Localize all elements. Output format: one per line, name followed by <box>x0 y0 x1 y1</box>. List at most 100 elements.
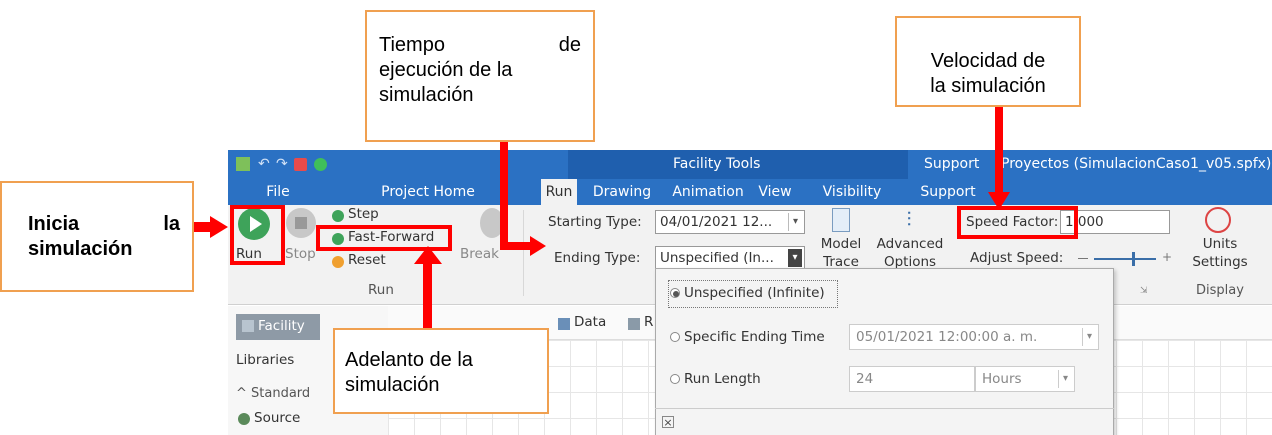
close-icon[interactable]: × <box>662 416 674 429</box>
app-icon <box>236 157 250 171</box>
arrow-inicia-head <box>210 216 228 238</box>
libraries-label: Libraries <box>236 352 295 368</box>
support-header-label: Support <box>924 156 980 172</box>
divider <box>523 210 524 296</box>
annotation-inicia-line2: simulación <box>28 238 133 260</box>
facility-tab-label: Facility <box>258 318 305 334</box>
annotation-inicia: Inicia la simulación <box>0 181 194 292</box>
facility-icon <box>242 320 254 332</box>
source-item[interactable]: Source <box>254 410 300 426</box>
annotation-velocidad-line1: Velocidad de <box>930 50 1046 72</box>
quick-run-icon[interactable] <box>314 158 327 171</box>
reset-icon[interactable] <box>332 256 344 268</box>
radio-run-length[interactable] <box>670 374 680 384</box>
tab-animation[interactable]: Animation <box>668 179 748 205</box>
ending-type-select[interactable]: Unspecified (In... ▾ <box>655 246 805 270</box>
speed-slider-track[interactable] <box>1094 258 1156 260</box>
clock-icon[interactable] <box>1205 207 1231 233</box>
annotation-adelanto: Adelanto de la simulación <box>333 328 549 414</box>
annotation-inicia-word1: Inicia <box>28 213 80 235</box>
facility-tab[interactable]: Facility <box>236 314 320 340</box>
model-trace-label-1[interactable]: Model <box>818 236 864 252</box>
annotation-adelanto-line2: simulación <box>345 374 440 396</box>
specific-ending-time-input[interactable]: 05/01/2021 12:00:00 a. m. ▾ <box>849 324 1099 350</box>
arrow-velocidad-shaft <box>995 107 1003 195</box>
highlight-speed-factor <box>957 206 1078 239</box>
redo-icon[interactable]: ↷ <box>276 150 288 179</box>
tab-view[interactable]: View <box>750 179 800 205</box>
radio-specific[interactable] <box>670 332 680 342</box>
step-icon[interactable] <box>332 210 344 222</box>
adjust-speed-label: Adjust Speed: <box>970 250 1064 266</box>
starting-type-select[interactable]: 04/01/2021 12... ▾ <box>655 210 805 234</box>
speed-plus-icon[interactable]: + <box>1162 250 1172 264</box>
source-icon <box>238 413 250 425</box>
results-tab-icon <box>628 318 640 330</box>
arrow-adelanto-shaft <box>423 262 432 328</box>
annotation-tiempo-word2: de <box>558 34 581 56</box>
starting-type-value: 04/01/2021 12... <box>660 214 773 230</box>
step-button-label[interactable]: Step <box>348 206 379 222</box>
break-label[interactable]: Break <box>460 246 499 262</box>
tab-drawing[interactable]: Drawing <box>586 179 658 205</box>
annotation-velocidad-line2: la simulación <box>930 75 1046 97</box>
run-length-unit-value: Hours <box>982 371 1022 387</box>
arrow-tiempo-vertical <box>500 142 508 248</box>
units-settings-label-2[interactable]: Settings <box>1188 254 1252 270</box>
starting-type-label: Starting Type: <box>548 214 642 230</box>
tab-project-home[interactable]: Project Home <box>368 179 488 205</box>
units-settings-label-1[interactable]: Units <box>1188 236 1252 252</box>
option-specific-label[interactable]: Specific Ending Time <box>684 329 825 345</box>
radio-unspecified[interactable] <box>670 288 680 298</box>
chevron-down-icon[interactable]: ▾ <box>1058 370 1072 388</box>
annotation-inicia-word2: la <box>163 213 180 235</box>
stop-icon[interactable] <box>286 208 316 238</box>
annotation-tiempo-word1: Tiempo <box>379 34 445 56</box>
annotation-tiempo-line3: simulación <box>379 84 474 106</box>
tab-file[interactable]: File <box>248 179 308 205</box>
annotation-tiempo-line2: ejecución de la <box>379 59 513 81</box>
annotation-tiempo: Tiempo de ejecución de la simulación <box>365 10 595 142</box>
reset-label[interactable]: Reset <box>348 252 386 268</box>
ending-type-value: Unspecified (In... <box>660 250 774 266</box>
run-group-label: Run <box>368 282 394 298</box>
chevron-down-icon[interactable]: ▾ <box>1082 328 1096 346</box>
data-tab[interactable]: Data <box>574 314 606 330</box>
chevron-down-icon[interactable]: ▾ <box>788 249 802 267</box>
speed-slider-handle[interactable] <box>1132 252 1135 266</box>
results-tab[interactable]: R <box>644 314 653 330</box>
standard-label: Standard <box>251 386 311 401</box>
data-tab-icon <box>558 318 570 330</box>
save-icon[interactable] <box>294 158 307 171</box>
highlight-run <box>230 205 285 265</box>
tab-support[interactable]: Support <box>918 179 978 205</box>
speed-minus-icon[interactable] <box>1078 258 1088 259</box>
facility-tools-label: Facility Tools <box>673 156 761 172</box>
annotation-adelanto-line1: Adelanto de la <box>345 349 473 371</box>
dialog-launcher-icon[interactable]: ⇲ <box>1140 286 1148 296</box>
arrow-tiempo-horizontal <box>500 242 534 250</box>
advanced-options-icon[interactable]: ⫶ <box>898 206 920 232</box>
run-length-input[interactable]: 24 <box>849 366 975 392</box>
tab-run[interactable]: Run <box>541 179 577 205</box>
ending-type-label: Ending Type: <box>554 250 641 266</box>
option-unspecified-label[interactable]: Unspecified (Infinite) <box>684 285 825 301</box>
model-trace-icon[interactable] <box>832 208 850 232</box>
stop-button-label[interactable]: Stop <box>285 246 316 262</box>
window-title: Proyectos (SimulacionCaso1_v05.spfx) <box>1001 156 1272 172</box>
dropdown-divider <box>655 408 1114 409</box>
annotation-inicia-line1: Inicia la <box>28 212 180 237</box>
chevron-down-icon[interactable]: ▾ <box>788 213 802 231</box>
tab-visibility[interactable]: Visibility <box>810 179 894 205</box>
annotation-tiempo-line1: Tiempo de <box>379 33 581 58</box>
arrow-tiempo-head <box>530 236 546 256</box>
annotation-velocidad: Velocidad de la simulación <box>895 16 1081 107</box>
undo-icon[interactable]: ↶ <box>258 150 270 179</box>
display-group-label: Display <box>1196 283 1244 298</box>
arrow-adelanto-head <box>414 246 442 264</box>
standard-library-item[interactable]: ^ Standard <box>236 386 310 401</box>
advanced-options-label-1[interactable]: Advanced <box>876 236 944 252</box>
run-length-unit-select[interactable]: Hours ▾ <box>975 366 1075 392</box>
option-run-length-label[interactable]: Run Length <box>684 371 761 387</box>
arrow-velocidad-head <box>988 192 1010 210</box>
